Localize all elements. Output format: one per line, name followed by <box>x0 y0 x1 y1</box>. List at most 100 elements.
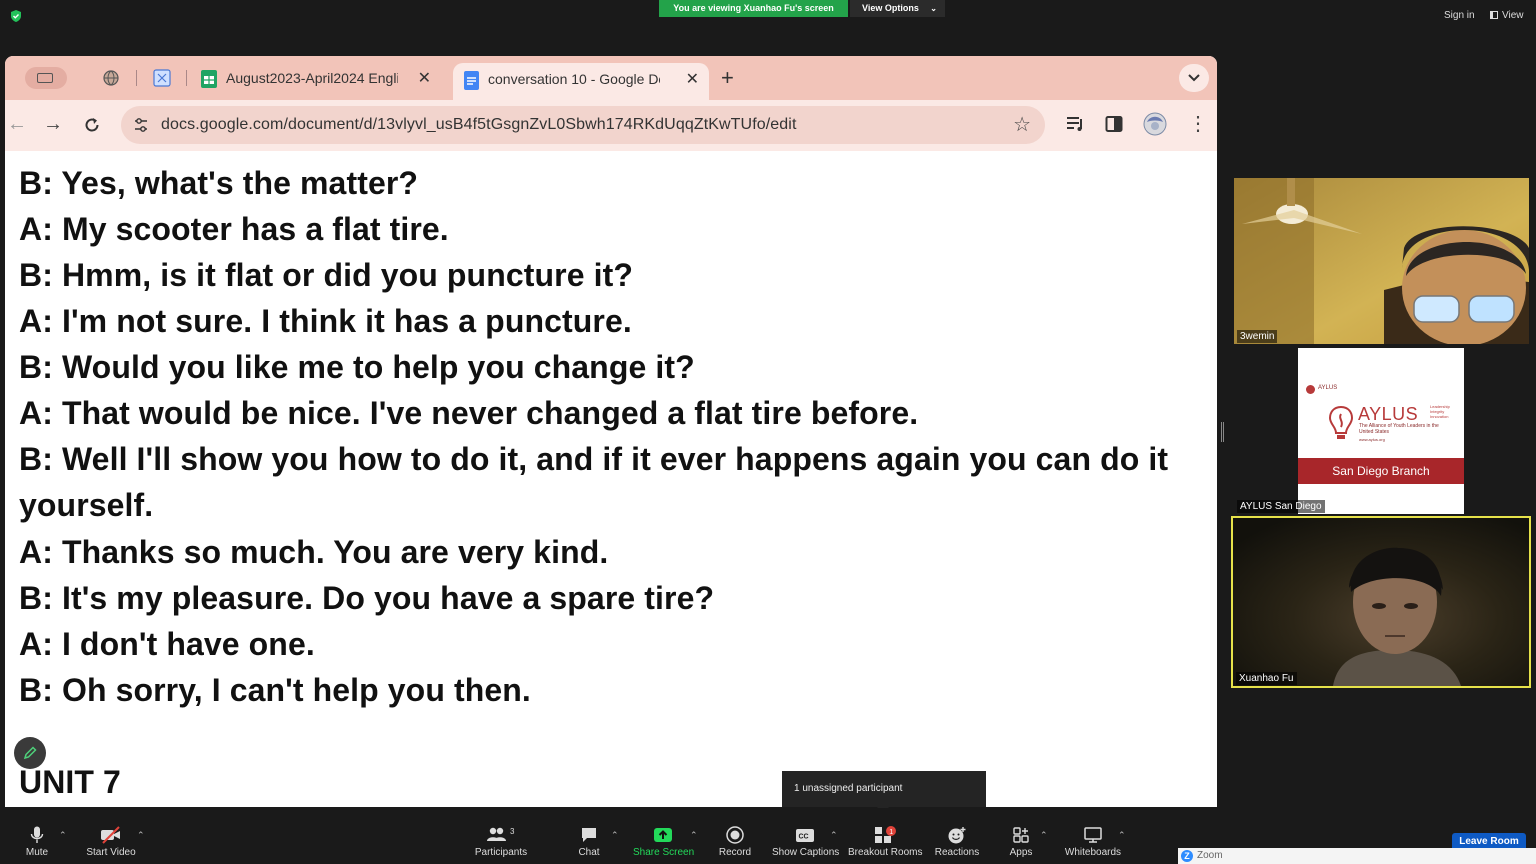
pinned-tab-globe-icon[interactable] <box>102 69 120 87</box>
shield-icon[interactable] <box>9 9 23 23</box>
chevron-up-icon[interactable]: ⌃ <box>59 830 67 841</box>
tab-strip: August2023-April2024 English ✕ conversat… <box>5 56 1217 100</box>
dialogue-line: B: Would you like me to help you change … <box>19 349 695 385</box>
record-icon <box>726 826 744 844</box>
tab-docs-title: conversation 10 - Google Docs <box>488 71 660 87</box>
back-icon[interactable]: ← <box>7 113 27 136</box>
tab-sheets-title: August2023-April2024 English <box>226 70 398 86</box>
participants-icon: 3 <box>487 827 515 841</box>
participant-name: Xuanhao Fu <box>1236 672 1297 685</box>
tab-separator <box>136 70 137 86</box>
breakout-rooms-label: Breakout Rooms <box>848 847 923 858</box>
tab-search-button[interactable] <box>1179 64 1209 92</box>
chevron-up-icon[interactable]: ⌃ <box>830 830 838 841</box>
breakout-badge: 1 <box>889 829 893 836</box>
address-bar[interactable]: docs.google.com/document/d/13vlyvl_usB4f… <box>121 106 1045 144</box>
view-options-button[interactable]: View Options ⌄ <box>850 0 945 17</box>
share-screen-label: Share Screen <box>633 847 695 858</box>
chat-icon <box>582 828 596 842</box>
dialogue-line: A: Thanks so much. You are very kind. <box>19 534 609 570</box>
reactions-button[interactable]: Reactions <box>934 826 980 858</box>
share-screen-button[interactable]: Share Screen <box>633 826 695 858</box>
dialogue-line: A: I don't have one. <box>19 626 315 662</box>
dialogue-line: B: Hmm, is it flat or did you puncture i… <box>19 257 633 293</box>
dialogue-line: B: Well I'll show you how to do it, and … <box>19 441 1169 477</box>
profile-avatar-icon[interactable] <box>1143 112 1167 136</box>
close-icon[interactable]: ✕ <box>686 69 699 89</box>
chevron-up-icon[interactable]: ⌃ <box>137 830 145 841</box>
screen-icon <box>37 73 53 83</box>
branch-banner: San Diego Branch <box>1298 458 1464 484</box>
video-tile-3wemin[interactable]: 3wemin <box>1234 178 1529 344</box>
shared-screen: August2023-April2024 English ✕ conversat… <box>5 56 1217 807</box>
breakout-rooms-button[interactable]: 1 Breakout Rooms <box>848 826 922 858</box>
chat-label: Chat <box>578 847 600 858</box>
dialogue-line: A: My scooter has a flat tire. <box>19 211 449 247</box>
panel-resize-handle[interactable] <box>1221 422 1224 442</box>
dialogue-line: B: Yes, what's the matter? <box>19 165 419 201</box>
dialogue-line: yourself. <box>19 487 154 523</box>
google-sheets-icon <box>201 70 217 88</box>
dialogue-line: B: Oh sorry, I can't help you then. <box>19 672 531 708</box>
close-icon[interactable]: ✕ <box>418 68 431 88</box>
svg-text:CC: CC <box>799 834 809 841</box>
zoom-taskbar-item[interactable]: Z Zoom <box>1178 848 1536 864</box>
reload-icon[interactable] <box>83 116 101 134</box>
start-video-button[interactable]: Start Video <box>85 826 137 858</box>
video-tile-xuanhao-fu-active-speaker[interactable]: Xuanhao Fu <box>1231 516 1531 688</box>
whiteboard-icon <box>1084 827 1102 843</box>
aylus-url: www.aylus.org <box>1359 437 1385 442</box>
video-off-icon <box>101 826 120 844</box>
breakout-popover[interactable]: 1 unassigned participant <box>782 771 986 813</box>
sign-in-link[interactable]: Sign in <box>1444 10 1475 21</box>
chevron-down-icon <box>1188 74 1200 82</box>
chevron-up-icon[interactable]: ⌃ <box>611 830 619 841</box>
side-panel-icon[interactable] <box>1105 115 1123 133</box>
view-button[interactable]: View <box>1490 10 1524 21</box>
chevron-up-icon[interactable]: ⌃ <box>1118 830 1126 841</box>
document-body[interactable]: B: Yes, what's the matter? A: My scooter… <box>5 151 1217 807</box>
record-label: Record <box>718 847 752 858</box>
chevron-down-icon: ⌄ <box>930 4 937 13</box>
small-logo-text: AYLUS <box>1318 385 1338 391</box>
whiteboards-label: Whiteboards <box>1064 847 1122 858</box>
apps-icon <box>1013 827 1029 843</box>
participant-video <box>1234 178 1529 344</box>
participant-name: AYLUS San Diego <box>1237 500 1325 513</box>
participants-button[interactable]: 3 Participants <box>474 826 528 858</box>
whiteboards-button[interactable]: Whiteboards <box>1064 826 1122 858</box>
show-captions-button[interactable]: CC Show Captions <box>772 826 839 858</box>
view-icon <box>1490 11 1498 19</box>
chevron-up-icon[interactable]: ⌃ <box>1040 830 1048 841</box>
video-tile-aylus[interactable]: AYLUS AYLUS Leadership Integrity Innovat… <box>1234 348 1529 514</box>
forward-icon[interactable]: → <box>43 113 63 136</box>
url-text: docs.google.com/document/d/13vlyvl_usB4f… <box>161 116 797 133</box>
bookmark-star-icon[interactable]: ☆ <box>1013 112 1031 137</box>
tab-sheets[interactable]: August2023-April2024 English ✕ <box>191 63 441 95</box>
view-options-label: View Options <box>862 3 919 13</box>
new-tab-button[interactable]: + <box>721 65 734 91</box>
pinned-tab-app-icon[interactable] <box>153 69 171 87</box>
media-controls-icon[interactable] <box>1065 115 1085 133</box>
edit-button[interactable] <box>14 737 46 769</box>
tab-docs-active[interactable]: conversation 10 - Google Docs ✕ <box>453 63 709 100</box>
apps-button[interactable]: Apps <box>1006 826 1036 858</box>
apps-label: Apps <box>1009 847 1033 858</box>
more-vert-icon[interactable]: ⋮ <box>1188 111 1208 136</box>
chat-button[interactable]: Chat <box>574 826 604 858</box>
record-button[interactable]: Record <box>716 826 754 858</box>
browser-toolbar: ← → docs.google.com/document/d/13vlyvl_u… <box>5 100 1217 151</box>
participants-count: 3 <box>510 827 515 836</box>
aylus-tagline: Leadership Integrity Innovation <box>1430 404 1450 419</box>
share-screen-icon <box>654 828 672 842</box>
unit-heading: UNIT 7 <box>19 764 121 800</box>
participant-video <box>1233 518 1529 686</box>
pencil-icon <box>23 746 37 760</box>
reactions-label: Reactions <box>934 847 980 858</box>
tab-groups-button[interactable] <box>25 67 67 89</box>
zoom-label: Zoom <box>1197 850 1223 861</box>
site-info-icon[interactable] <box>131 115 151 135</box>
meeting-controls-bar: Mute ⌃ Start Video ⌃ 3 Participants Chat… <box>0 808 1536 864</box>
mute-button[interactable]: Mute <box>17 826 57 858</box>
chevron-up-icon[interactable]: ⌃ <box>690 830 698 841</box>
